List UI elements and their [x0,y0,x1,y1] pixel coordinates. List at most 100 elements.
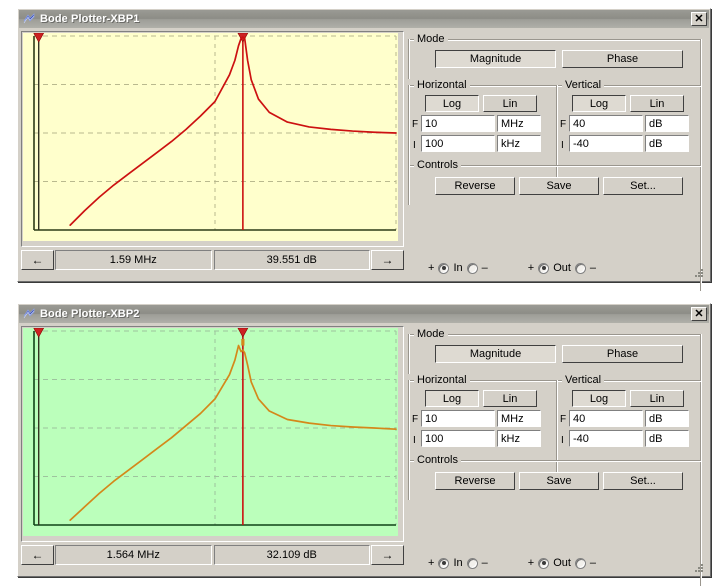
set-button[interactable]: Set... [603,472,683,490]
bode-plotter-icon [22,307,36,321]
horizontal-initial-value-input[interactable]: 100 [421,430,495,447]
out-label: Out [553,262,571,274]
vertical-final-value-input[interactable]: 40 [569,115,643,132]
plot-canvas[interactable] [23,33,402,245]
out-minus-radio[interactable] [575,263,586,274]
mode-group-border-top [408,39,701,41]
in-connector-group: + In – [428,262,488,274]
reverse-button[interactable]: Reverse [435,177,515,195]
out-minus-label: – [590,558,596,569]
save-button[interactable]: Save [519,472,599,490]
resize-grip-icon[interactable] [693,561,705,573]
vertical-initial-label: I [561,141,564,151]
close-button[interactable]: ✕ [691,12,707,26]
mode-magnitude-button[interactable]: Magnitude [435,345,556,363]
horizontal-final-label: F [412,415,418,425]
vertical-initial-value-input[interactable]: -40 [569,135,643,152]
in-minus-radio[interactable] [467,263,478,274]
vertical-initial-unit-input[interactable]: dB [645,135,689,152]
horizontal-group-label: Horizontal [414,79,470,91]
vertical-initial-label: I [561,436,564,446]
cursor-prev-button[interactable]: ← [21,545,54,565]
out-connector-group: + Out – [528,557,596,569]
plot-frame[interactable] [21,326,404,542]
settings-panel: Mode Magnitude Phase Horizontal Log Lin … [406,31,707,279]
horizontal-final-label: F [412,120,418,130]
out-connector-group: + Out – [528,262,596,274]
save-button[interactable]: Save [519,177,599,195]
horizontal-final-value-input[interactable]: 10 [421,410,495,427]
cursor-magnitude-readout: 39.551 dB [214,250,371,270]
mode-magnitude-button[interactable]: Magnitude [435,50,556,68]
in-plus-label: + [428,263,434,274]
bode-magnitude-plot [23,328,398,536]
window-body: ← 1.564 MHz 32.109 dB → Mode Magnitude P… [18,323,710,576]
controls-group-border-left [408,460,410,500]
bode-plotter-window-1[interactable]: Bode Plotter-XBP1 ✕ ← 1.59 MHz 39.551 dB… [17,8,711,282]
plot-canvas[interactable] [23,328,402,540]
vertical-group-label: Vertical [562,79,604,91]
resize-grip-icon[interactable] [693,266,705,278]
cursor-next-button[interactable]: → [371,250,404,270]
vertical-lin-button[interactable]: Lin [630,95,684,112]
horizontal-initial-unit-input[interactable]: kHz [497,135,541,152]
vertical-initial-unit-input[interactable]: dB [645,430,689,447]
mode-group-border-left [408,39,410,79]
window-body: ← 1.59 MHz 39.551 dB → Mode Magnitude Ph… [18,28,710,281]
mode-group-border-left [408,334,410,374]
title-bar[interactable]: Bode Plotter-XBP1 ✕ [19,10,709,28]
in-plus-label: + [428,558,434,569]
horizontal-log-button[interactable]: Log [425,390,479,407]
set-button[interactable]: Set... [603,177,683,195]
close-button[interactable]: ✕ [691,307,707,321]
cursor-magnitude-readout: 32.109 dB [214,545,371,565]
mode-group-label: Mode [414,33,448,45]
horizontal-initial-value-input[interactable]: 100 [421,135,495,152]
out-plus-radio[interactable] [538,558,549,569]
title-bar[interactable]: Bode Plotter-XBP2 ✕ [19,305,709,323]
cursor-prev-button[interactable]: ← [21,250,54,270]
horizontal-log-button[interactable]: Log [425,95,479,112]
vertical-final-value-input[interactable]: 40 [569,410,643,427]
settings-panel: Mode Magnitude Phase Horizontal Log Lin … [406,326,707,574]
mode-group-border-top [408,334,701,336]
in-label: In [453,557,462,569]
mode-group-label: Mode [414,328,448,340]
controls-group-label: Controls [414,454,461,466]
horizontal-lin-button[interactable]: Lin [483,390,537,407]
bode-plotter-window-2[interactable]: Bode Plotter-XBP2 ✕ ← 1.564 MHz 32.109 d… [17,303,711,577]
vertical-lin-button[interactable]: Lin [630,390,684,407]
in-minus-label: – [482,558,488,569]
plot-column: ← 1.564 MHz 32.109 dB → [21,326,404,574]
vertical-final-unit-input[interactable]: dB [645,115,689,132]
cursor-next-button[interactable]: → [371,545,404,565]
plot-frame[interactable] [21,31,404,247]
reverse-button[interactable]: Reverse [435,472,515,490]
horizontal-initial-unit-input[interactable]: kHz [497,430,541,447]
out-minus-radio[interactable] [575,558,586,569]
horizontal-lin-button[interactable]: Lin [483,95,537,112]
vertical-log-button[interactable]: Log [572,390,626,407]
vertical-final-unit-input[interactable]: dB [645,410,689,427]
cursor-frequency-readout: 1.564 MHz [55,545,212,565]
horizontal-final-unit-input[interactable]: MHz [497,115,541,132]
vertical-log-button[interactable]: Log [572,95,626,112]
mode-phase-button[interactable]: Phase [562,50,683,68]
in-minus-radio[interactable] [467,558,478,569]
out-plus-radio[interactable] [538,263,549,274]
vertical-group-label: Vertical [562,374,604,386]
vertical-initial-value-input[interactable]: -40 [569,430,643,447]
in-minus-label: – [482,263,488,274]
connector-row: + In – + Out – [406,554,707,572]
in-label: In [453,262,462,274]
in-connector-group: + In – [428,557,488,569]
out-plus-label: + [528,558,534,569]
horizontal-final-value-input[interactable]: 10 [421,115,495,132]
plot-column: ← 1.59 MHz 39.551 dB → [21,31,404,279]
vertical-final-label: F [560,415,566,425]
mode-phase-button[interactable]: Phase [562,345,683,363]
in-plus-radio[interactable] [438,263,449,274]
cursor-frequency-readout: 1.59 MHz [55,250,212,270]
horizontal-final-unit-input[interactable]: MHz [497,410,541,427]
in-plus-radio[interactable] [438,558,449,569]
